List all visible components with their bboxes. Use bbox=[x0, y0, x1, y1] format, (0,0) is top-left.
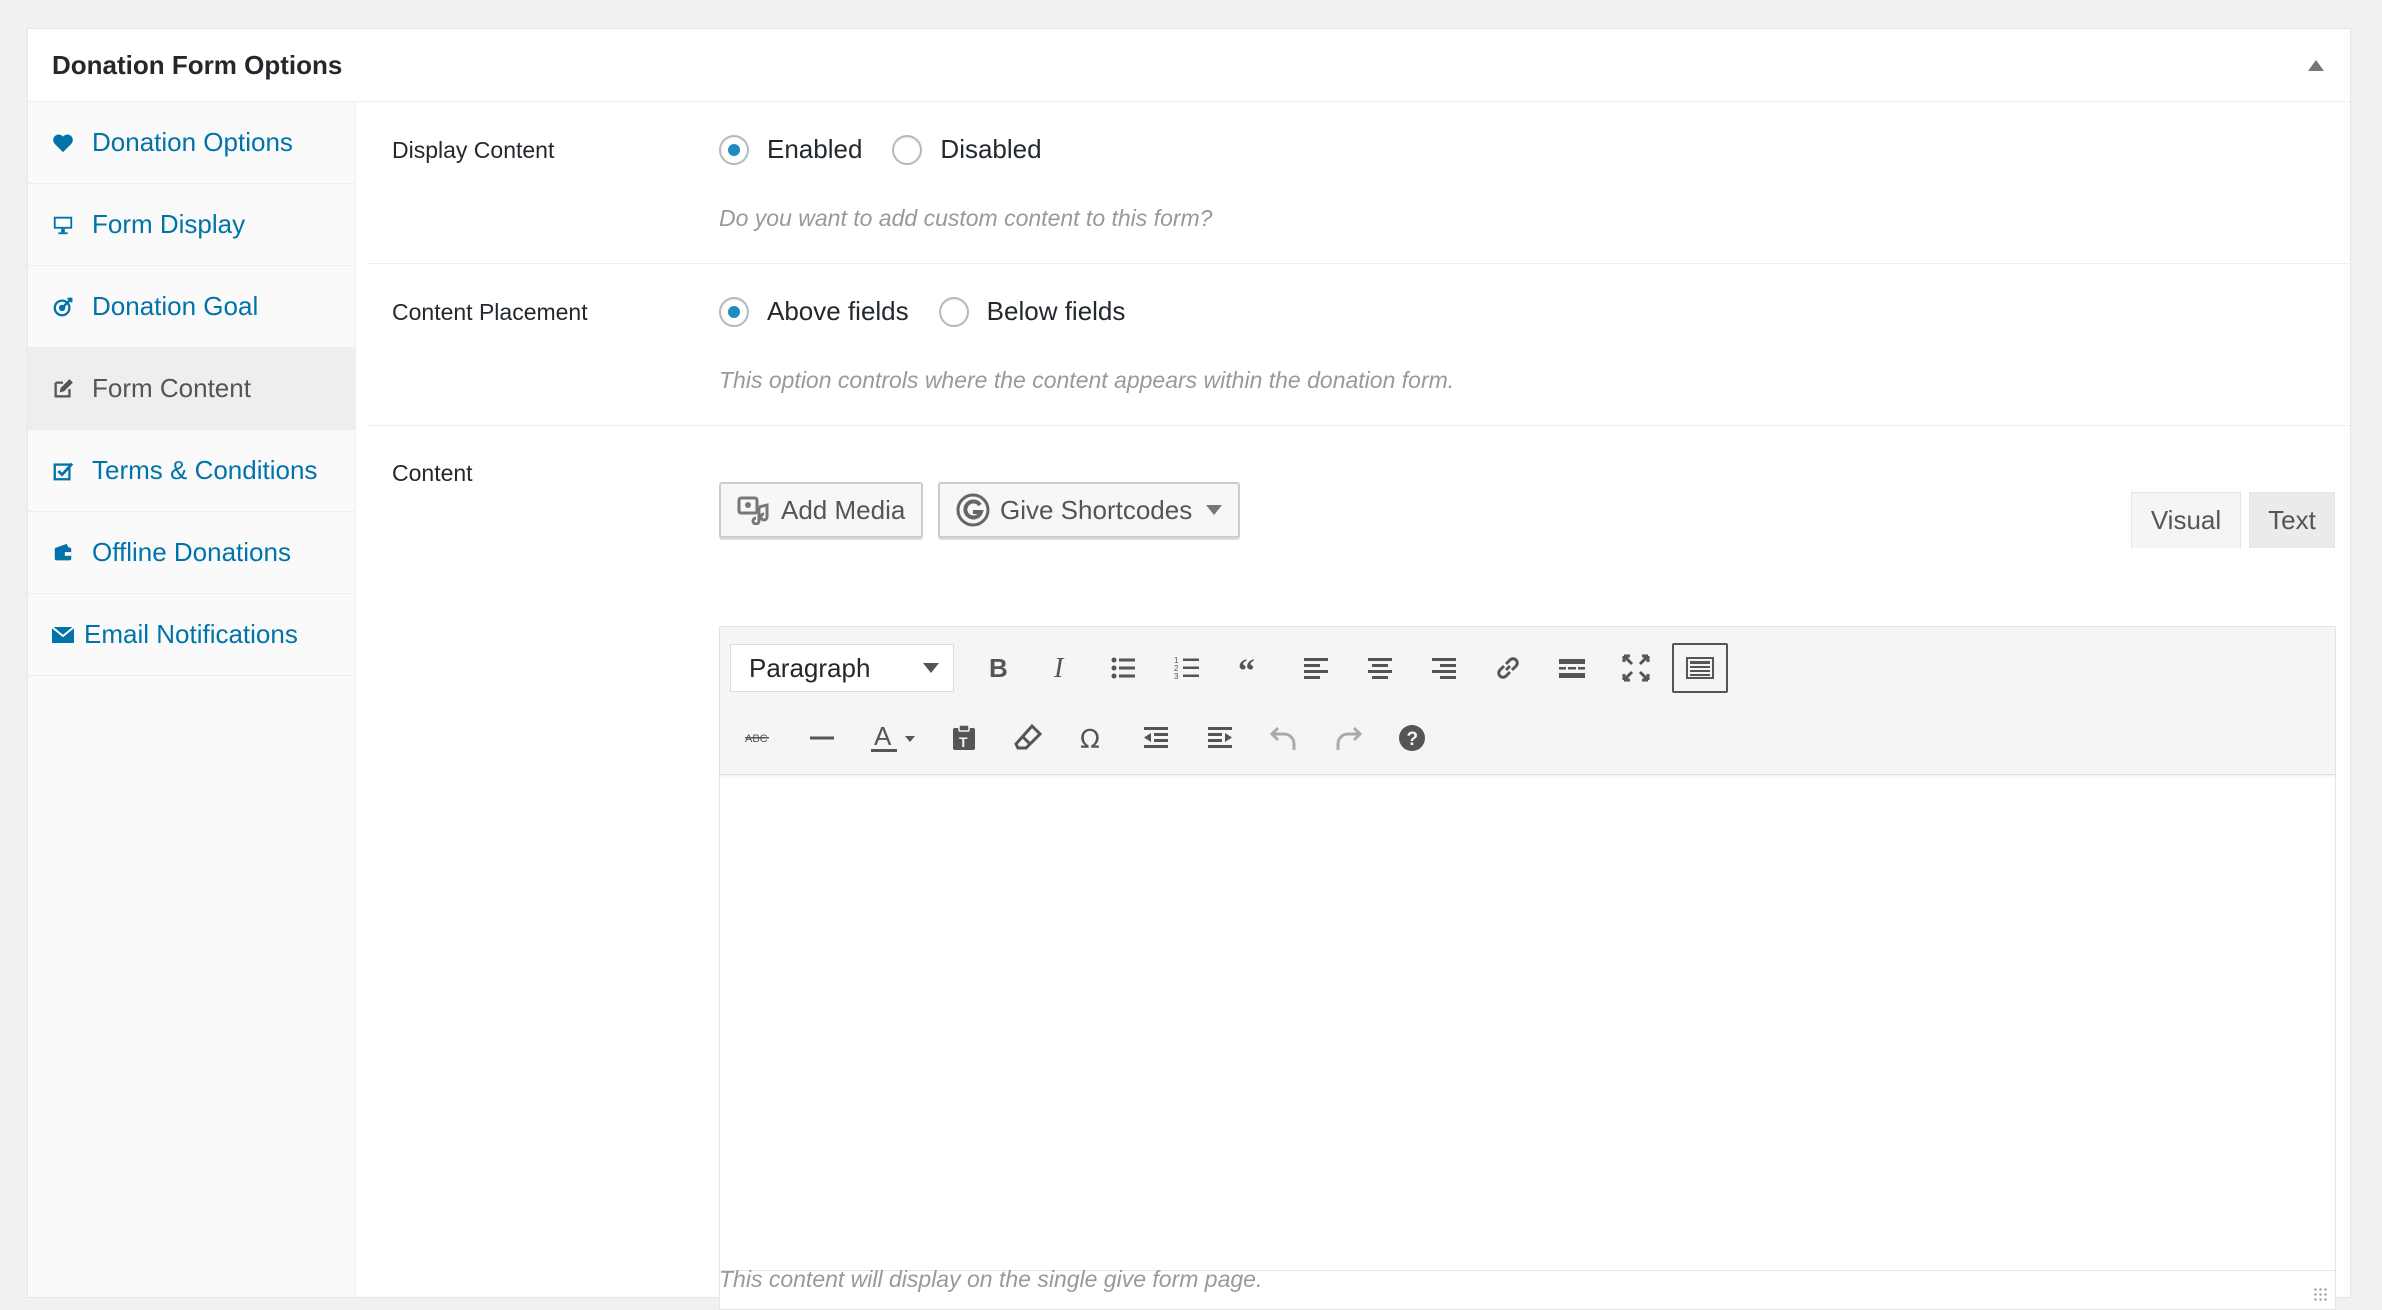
disabled-radio[interactable] bbox=[892, 134, 923, 165]
sidebar-item-label: Offline Donations bbox=[92, 537, 291, 567]
sidebar-item-form-display[interactable]: Form Display bbox=[28, 184, 355, 266]
svg-text:Ω: Ω bbox=[1080, 725, 1100, 754]
bold-icon[interactable]: B bbox=[968, 643, 1024, 693]
help-icon[interactable]: ? bbox=[1384, 713, 1440, 763]
toolbar-row-2: ABC A T Ω ? bbox=[730, 713, 1448, 763]
below-fields-radio[interactable] bbox=[938, 296, 969, 327]
give-logo-icon bbox=[956, 493, 990, 527]
svg-text:T: T bbox=[959, 734, 968, 750]
content-placement-label: Content Placement bbox=[392, 299, 588, 325]
sidebar-item-email-notifications[interactable]: Email Notifications bbox=[28, 594, 355, 676]
email-icon bbox=[50, 622, 76, 648]
blockquote-icon[interactable]: “ bbox=[1224, 643, 1280, 693]
sidebar-item-offline-donations[interactable]: Offline Donations bbox=[28, 512, 355, 594]
options-sidebar: Donation Options Form Display Donation G… bbox=[28, 102, 356, 1297]
wallet-icon bbox=[50, 540, 76, 566]
chevron-down-icon bbox=[1206, 505, 1223, 515]
monitor-icon bbox=[50, 212, 76, 238]
sidebar-item-terms-conditions[interactable]: Terms & Conditions bbox=[28, 430, 355, 512]
redo-icon[interactable] bbox=[1320, 713, 1376, 763]
content-description: This content will display on the single … bbox=[719, 1266, 1263, 1292]
strikethrough-icon[interactable]: ABC bbox=[730, 713, 786, 763]
link-icon[interactable] bbox=[1480, 643, 1536, 693]
sidebar-item-label: Donation Options bbox=[92, 127, 293, 157]
svg-text:3: 3 bbox=[1174, 672, 1179, 681]
donation-form-options-panel: Donation Form Options Donation Options F… bbox=[27, 28, 2351, 1310]
edit-icon bbox=[50, 376, 76, 402]
read-more-icon[interactable] bbox=[1544, 643, 1600, 693]
tab-visual[interactable]: Visual bbox=[2131, 492, 2241, 548]
outdent-icon[interactable] bbox=[1128, 713, 1184, 763]
paste-text-icon[interactable]: T bbox=[936, 713, 992, 763]
bullet-list-icon[interactable] bbox=[1096, 643, 1152, 693]
panel-title: Donation Form Options bbox=[52, 49, 343, 80]
add-media-button[interactable]: Add Media bbox=[719, 482, 924, 538]
above-fields-radio[interactable] bbox=[719, 296, 749, 327]
content-label: Content bbox=[392, 460, 473, 486]
sidebar-item-label: Form Content bbox=[92, 373, 251, 403]
heart-icon bbox=[50, 130, 76, 156]
format-select-value: Paragraph bbox=[749, 652, 871, 683]
svg-text:ABC: ABC bbox=[745, 733, 768, 745]
display-content-row: Display Content Enabled Disabled Do you … bbox=[368, 102, 2350, 264]
svg-text:I: I bbox=[1053, 653, 1065, 684]
sidebar-item-label: Form Display bbox=[92, 209, 246, 239]
give-shortcodes-label: Give Shortcodes bbox=[1000, 494, 1193, 525]
undo-icon[interactable] bbox=[1256, 713, 1312, 763]
sidebar-item-donation-options[interactable]: Donation Options bbox=[28, 102, 355, 184]
editor-content-area[interactable] bbox=[720, 775, 2335, 1271]
special-character-icon[interactable]: Ω bbox=[1064, 713, 1120, 763]
below-fields-label[interactable]: Below fields bbox=[987, 296, 1126, 327]
display-content-description: Do you want to add custom content to thi… bbox=[719, 205, 1213, 231]
chevron-down-icon bbox=[923, 663, 939, 673]
display-content-radios: Enabled Disabled bbox=[719, 134, 1072, 165]
panel-header[interactable]: Donation Form Options bbox=[28, 29, 2350, 102]
sidebar-item-label: Email Notifications bbox=[84, 619, 298, 649]
fullscreen-icon[interactable] bbox=[1608, 643, 1664, 693]
disabled-label[interactable]: Disabled bbox=[940, 134, 1041, 165]
sidebar-item-donation-goal[interactable]: Donation Goal bbox=[28, 266, 355, 348]
tab-visual-label: Visual bbox=[2150, 505, 2222, 535]
tab-text[interactable]: Text bbox=[2249, 492, 2335, 548]
content-placement-row: Content Placement Above fields Below fie… bbox=[368, 264, 2350, 426]
add-media-label: Add Media bbox=[781, 494, 906, 525]
svg-text:A: A bbox=[874, 722, 892, 751]
text-color-icon[interactable]: A bbox=[858, 713, 928, 763]
checkbox-icon bbox=[50, 458, 76, 484]
clear-formatting-icon[interactable] bbox=[1000, 713, 1056, 763]
sidebar-item-label: Donation Goal bbox=[92, 291, 259, 321]
indent-icon[interactable] bbox=[1192, 713, 1248, 763]
enabled-radio[interactable] bbox=[719, 134, 749, 165]
svg-text:“: “ bbox=[1238, 653, 1255, 684]
editor-toolbar: Paragraph B I 123 “ ABC A T Ω ? bbox=[720, 627, 2335, 775]
italic-icon[interactable]: I bbox=[1032, 643, 1088, 693]
give-shortcodes-button[interactable]: Give Shortcodes bbox=[938, 482, 1241, 538]
align-left-icon[interactable] bbox=[1288, 643, 1344, 693]
tab-text-label: Text bbox=[2268, 505, 2316, 535]
content-editor: Paragraph B I 123 “ ABC A T Ω ? bbox=[719, 626, 2336, 1310]
horizontal-line-icon[interactable] bbox=[794, 713, 850, 763]
resize-handle-icon[interactable] bbox=[2313, 1287, 2329, 1303]
collapse-toggle-icon[interactable] bbox=[2308, 59, 2324, 71]
format-select[interactable]: Paragraph bbox=[730, 644, 954, 692]
sidebar-item-label: Terms & Conditions bbox=[92, 455, 318, 485]
toolbar-row-1: Paragraph B I 123 “ bbox=[730, 643, 1736, 693]
enabled-label[interactable]: Enabled bbox=[767, 134, 862, 165]
above-fields-label[interactable]: Above fields bbox=[767, 296, 909, 327]
svg-text:B: B bbox=[989, 653, 1008, 683]
content-placement-radios: Above fields Below fields bbox=[719, 296, 1155, 327]
options-main: Display Content Enabled Disabled Do you … bbox=[368, 102, 2350, 1310]
display-content-label: Display Content bbox=[392, 137, 555, 163]
target-icon bbox=[50, 294, 76, 320]
align-center-icon[interactable] bbox=[1352, 643, 1408, 693]
media-icon bbox=[737, 495, 771, 525]
svg-text:?: ? bbox=[1407, 729, 1419, 750]
sidebar-item-form-content[interactable]: Form Content bbox=[28, 348, 355, 430]
align-right-icon[interactable] bbox=[1416, 643, 1472, 693]
content-placement-description: This option controls where the content a… bbox=[719, 367, 1455, 393]
toolbar-toggle-icon[interactable] bbox=[1672, 643, 1728, 693]
numbered-list-icon[interactable]: 123 bbox=[1160, 643, 1216, 693]
